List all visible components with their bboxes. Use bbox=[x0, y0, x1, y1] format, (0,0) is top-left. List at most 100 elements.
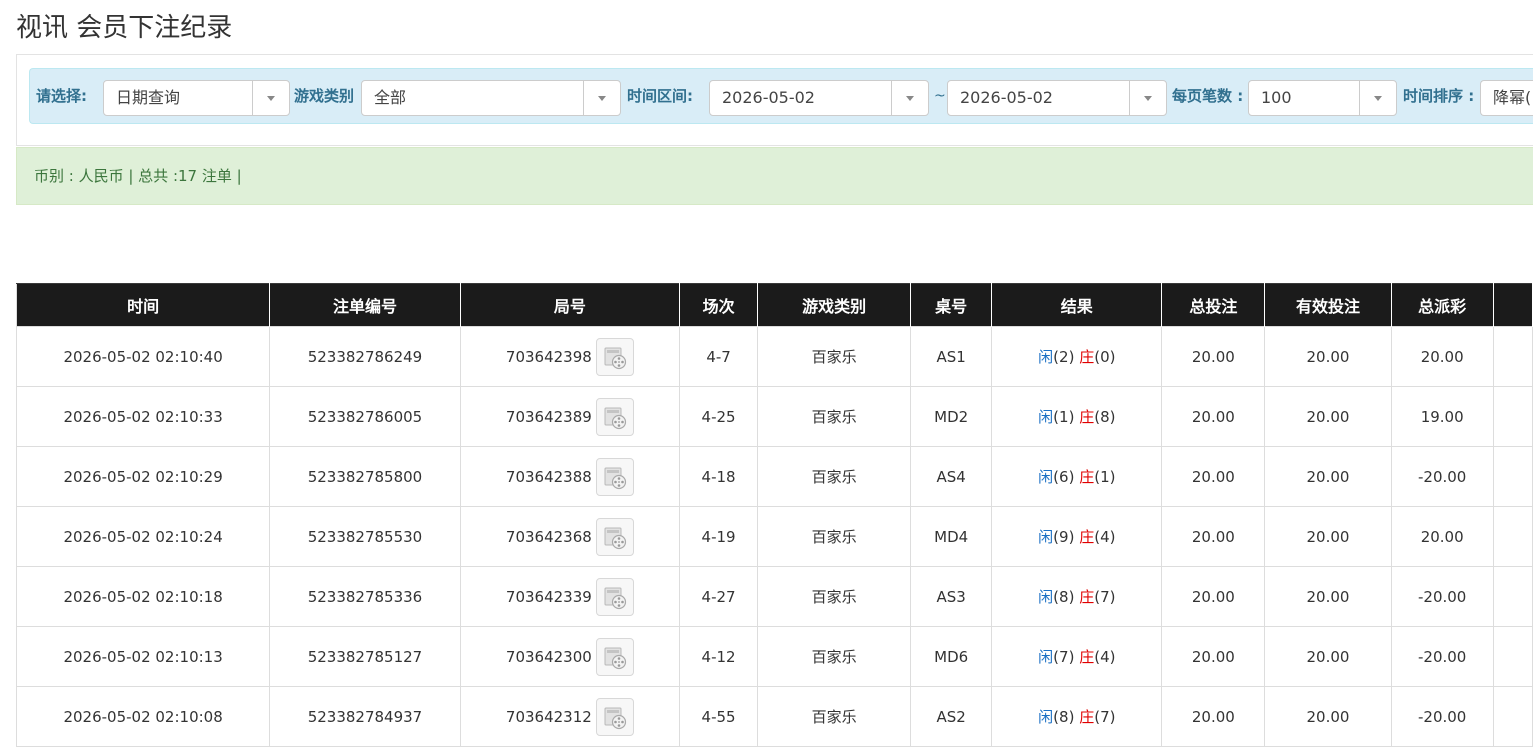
cell-round-id: 703642368 bbox=[459, 506, 681, 567]
game-type-select[interactable]: 全部 bbox=[361, 80, 621, 116]
cell-round-id: 703642339 bbox=[459, 566, 681, 627]
table-row: 2026-05-02 02:10:40 523382786249 703642398… bbox=[15, 326, 1533, 387]
cell-table-no: AS4 bbox=[910, 446, 993, 507]
header-game-type[interactable]: 游戏类别 bbox=[757, 283, 912, 327]
summary-bar: 币别 : 人民币 | 总共 :17 注单 | bbox=[16, 147, 1533, 205]
player-label: 闲 bbox=[1038, 708, 1054, 726]
caret-down-icon bbox=[1374, 96, 1382, 101]
cell-overflow bbox=[1492, 566, 1533, 627]
banker-label: 庄 bbox=[1079, 408, 1095, 426]
query-type-select[interactable]: 日期查询 bbox=[103, 80, 290, 116]
start-date-dropdown-toggle[interactable] bbox=[891, 81, 928, 115]
time-range-label: 时间区间: bbox=[627, 87, 693, 105]
cell-total-bet[interactable]: 20.00 bbox=[1161, 626, 1266, 687]
query-type-value: 日期查询 bbox=[116, 88, 181, 107]
video-replay-button[interactable] bbox=[595, 337, 634, 376]
cell-game-type: 百家乐 bbox=[757, 626, 912, 687]
filter-panel: 请选择: 日期查询 游戏类别 全部 时间区间: 2026-05-02 ~ 202… bbox=[16, 54, 1533, 146]
header-payout[interactable]: 总派彩 bbox=[1390, 283, 1494, 327]
header-time[interactable]: 时间 bbox=[15, 283, 271, 327]
cell-total-bet[interactable]: 20.00 bbox=[1161, 386, 1266, 447]
cell-table-no: AS1 bbox=[910, 326, 993, 387]
video-replay-button[interactable] bbox=[595, 517, 634, 556]
cell-payout: 20.00 bbox=[1390, 506, 1494, 567]
banker-score: (7) bbox=[1094, 708, 1116, 726]
cell-result: 闲(2) 庄(0) bbox=[991, 326, 1163, 387]
cell-game-type: 百家乐 bbox=[757, 506, 912, 567]
cell-payout: 19.00 bbox=[1390, 386, 1494, 447]
player-label: 闲 bbox=[1038, 408, 1054, 426]
table-row: 2026-05-02 02:10:08 523382784937 703642312… bbox=[15, 686, 1533, 747]
cell-total-bet[interactable]: 20.00 bbox=[1161, 566, 1266, 627]
table-row: 2026-05-02 02:10:18 523382785336 703642339… bbox=[15, 566, 1533, 627]
player-label: 闲 bbox=[1038, 348, 1054, 366]
cell-total-bet[interactable]: 20.00 bbox=[1161, 446, 1266, 507]
cell-time: 2026-05-02 02:10:33 bbox=[15, 386, 271, 447]
table-row: 2026-05-02 02:10:33 523382786005 703642389… bbox=[15, 386, 1533, 447]
banker-label: 庄 bbox=[1079, 648, 1095, 666]
cell-valid-bet: 20.00 bbox=[1264, 566, 1392, 627]
cell-payout: 20.00 bbox=[1390, 326, 1494, 387]
end-date-dropdown-toggle[interactable] bbox=[1129, 81, 1166, 115]
player-score: (7) bbox=[1053, 648, 1075, 666]
banker-score: (4) bbox=[1094, 648, 1116, 666]
video-replay-button[interactable] bbox=[595, 397, 634, 436]
start-date-select[interactable]: 2026-05-02 bbox=[709, 80, 929, 116]
cell-valid-bet: 20.00 bbox=[1264, 506, 1392, 567]
cell-total-bet[interactable]: 20.00 bbox=[1161, 506, 1266, 567]
header-bet-id[interactable]: 注单编号 bbox=[269, 283, 461, 327]
cell-game-type: 百家乐 bbox=[757, 386, 912, 447]
banker-score: (0) bbox=[1094, 348, 1116, 366]
header-round-id[interactable]: 局号 bbox=[459, 283, 681, 327]
player-label: 闲 bbox=[1038, 648, 1054, 666]
round-id-text: 703642388 bbox=[505, 467, 592, 486]
cell-session: 4-12 bbox=[678, 626, 759, 687]
video-replay-button[interactable] bbox=[595, 637, 634, 676]
filter-bar: 请选择: 日期查询 游戏类别 全部 时间区间: 2026-05-02 ~ 202… bbox=[29, 68, 1533, 124]
page-size-dropdown-toggle[interactable] bbox=[1359, 81, 1396, 115]
round-id-text: 703642389 bbox=[505, 407, 592, 426]
player-score: (2) bbox=[1053, 348, 1075, 366]
header-total-bet[interactable]: 总投注 bbox=[1161, 283, 1266, 327]
cell-overflow bbox=[1492, 326, 1533, 387]
date-range-separator: ~ bbox=[934, 88, 946, 104]
end-date-select[interactable]: 2026-05-02 bbox=[947, 80, 1167, 116]
video-replay-button[interactable] bbox=[595, 697, 634, 736]
header-session[interactable]: 场次 bbox=[678, 283, 759, 327]
bet-records-table: 时间 注单编号 局号 场次 游戏类别 桌号 结果 总投注 有效投注 总派彩 20… bbox=[15, 283, 1533, 747]
header-result[interactable]: 结果 bbox=[991, 283, 1163, 327]
header-table-no[interactable]: 桌号 bbox=[910, 283, 993, 327]
cell-payout: -20.00 bbox=[1390, 446, 1494, 507]
banker-label: 庄 bbox=[1079, 588, 1095, 606]
table-row: 2026-05-02 02:10:29 523382785800 703642388… bbox=[15, 446, 1533, 507]
cell-total-bet[interactable]: 20.00 bbox=[1161, 686, 1266, 747]
cell-total-bet[interactable]: 20.00 bbox=[1161, 326, 1266, 387]
cell-result: 闲(1) 庄(8) bbox=[991, 386, 1163, 447]
game-type-dropdown-toggle[interactable] bbox=[583, 81, 620, 115]
cell-bet-id: 523382785530 bbox=[269, 506, 461, 567]
video-replay-button[interactable] bbox=[595, 577, 634, 616]
cell-table-no: AS2 bbox=[910, 686, 993, 747]
cell-overflow bbox=[1492, 686, 1533, 747]
header-valid-bet[interactable]: 有效投注 bbox=[1264, 283, 1392, 327]
banker-label: 庄 bbox=[1079, 708, 1095, 726]
cell-bet-id: 523382786249 bbox=[269, 326, 461, 387]
page-size-select[interactable]: 100 bbox=[1248, 80, 1397, 116]
cell-game-type: 百家乐 bbox=[757, 446, 912, 507]
banker-label: 庄 bbox=[1079, 348, 1095, 366]
query-type-dropdown-toggle[interactable] bbox=[252, 81, 289, 115]
player-score: (8) bbox=[1053, 708, 1075, 726]
video-replay-button[interactable] bbox=[595, 457, 634, 496]
round-id-text: 703642339 bbox=[505, 587, 592, 606]
sort-order-select[interactable]: 降幂( bbox=[1480, 80, 1533, 116]
cell-time: 2026-05-02 02:10:08 bbox=[15, 686, 271, 747]
cell-valid-bet: 20.00 bbox=[1264, 326, 1392, 387]
cell-overflow bbox=[1492, 386, 1533, 447]
player-score: (6) bbox=[1053, 468, 1075, 486]
cell-valid-bet: 20.00 bbox=[1264, 446, 1392, 507]
page-size-label: 每页笔数 : bbox=[1172, 87, 1244, 105]
cell-bet-id: 523382785800 bbox=[269, 446, 461, 507]
query-type-label: 请选择: bbox=[36, 87, 87, 105]
cell-valid-bet: 20.00 bbox=[1264, 626, 1392, 687]
player-score: (1) bbox=[1053, 408, 1075, 426]
